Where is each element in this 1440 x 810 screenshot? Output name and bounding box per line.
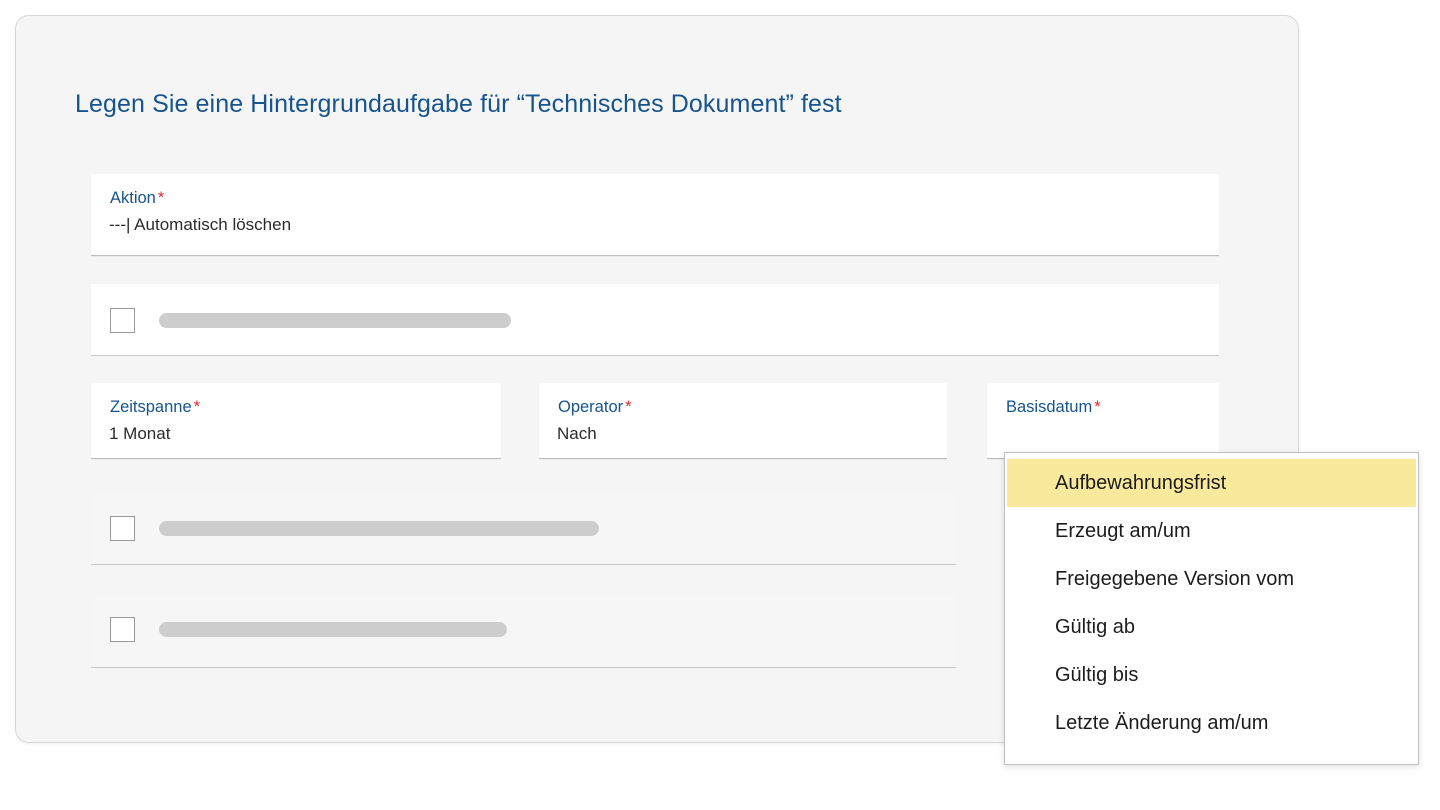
field-zeitspanne-label: Zeitspanne * [110,397,200,417]
checkbox-row-3[interactable] [91,594,956,668]
dropdown-option-1[interactable]: Erzeugt am/um [1007,507,1416,555]
required-asterisk: * [157,189,165,207]
field-basisdatum-label-text: Basisdatum [1006,398,1093,416]
screen-root: Legen Sie eine Hintergrundaufgabe für “T… [0,0,1440,810]
field-aktion-label: Aktion * [110,188,164,208]
checkbox-row-2[interactable] [91,493,956,565]
checkbox-3[interactable] [110,617,135,642]
dropdown-option-2[interactable]: Freigegebene Version vom [1007,555,1416,603]
placeholder-bar-1 [159,313,511,328]
field-aktion-label-text: Aktion [110,189,156,207]
field-operator[interactable]: Operator * Nach [539,383,947,459]
page-title: Legen Sie eine Hintergrundaufgabe für “T… [75,90,842,118]
field-operator-value[interactable]: Nach [557,423,597,445]
field-basisdatum-label: Basisdatum * [1006,397,1101,417]
checkbox-1[interactable] [110,308,135,333]
required-asterisk: * [193,398,201,416]
field-zeitspanne-value[interactable]: 1 Monat [109,423,170,445]
field-zeitspanne[interactable]: Zeitspanne * 1 Monat [91,383,501,459]
dropdown-option-4[interactable]: Gültig bis [1007,651,1416,699]
field-operator-label-text: Operator [558,398,624,416]
field-aktion[interactable]: Aktion * ---| Automatisch löschen [91,174,1219,256]
dropdown-option-0[interactable]: Aufbewahrungsfrist [1007,459,1416,507]
required-asterisk: * [1094,398,1101,416]
field-operator-label: Operator * [558,397,632,417]
placeholder-bar-3 [159,622,507,637]
basisdatum-dropdown-menu[interactable]: Aufbewahrungsfrist Erzeugt am/um Freigegeb… [1004,452,1419,765]
dropdown-option-3[interactable]: Gültig ab [1007,603,1416,651]
field-aktion-value[interactable]: ---| Automatisch löschen [109,214,291,236]
checkbox-2[interactable] [110,516,135,541]
placeholder-bar-2 [159,521,599,536]
field-basisdatum[interactable]: Basisdatum * [987,383,1219,459]
dropdown-option-5[interactable]: Letzte Änderung am/um [1007,699,1416,747]
checkbox-row-1[interactable] [91,284,1219,356]
field-zeitspanne-label-text: Zeitspanne [110,398,192,416]
required-asterisk: * [625,398,632,416]
